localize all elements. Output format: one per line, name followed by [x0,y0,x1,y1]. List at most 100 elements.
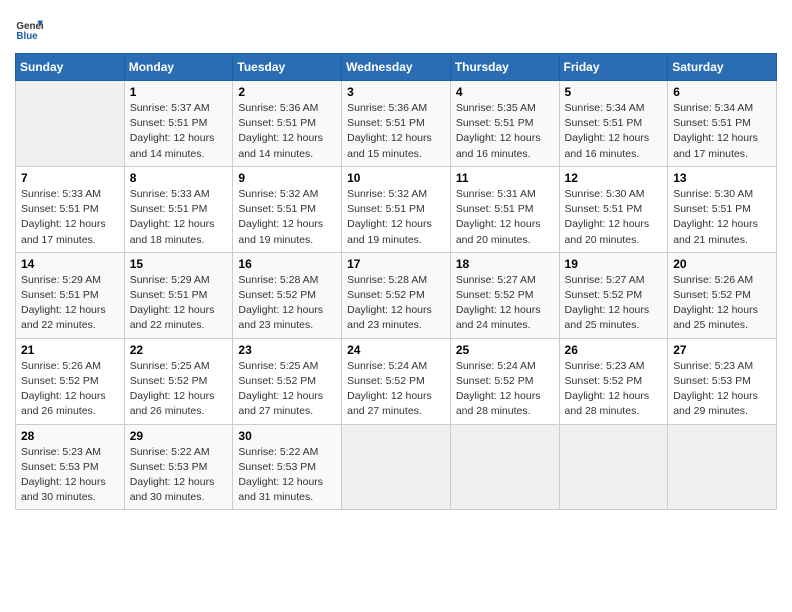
day-detail: Sunrise: 5:26 AM Sunset: 5:52 PM Dayligh… [673,273,771,334]
calendar-day-cell: 1 Sunrise: 5:37 AM Sunset: 5:51 PM Daylig… [124,81,233,167]
day-number: 19 [565,257,663,271]
day-detail: Sunrise: 5:27 AM Sunset: 5:52 PM Dayligh… [456,273,554,334]
day-detail: Sunrise: 5:23 AM Sunset: 5:52 PM Dayligh… [565,359,663,420]
day-number: 1 [130,85,228,99]
day-number: 4 [456,85,554,99]
calendar-day-cell: 21 Sunrise: 5:26 AM Sunset: 5:52 PM Dayli… [16,338,125,424]
calendar-day-cell: 12 Sunrise: 5:30 AM Sunset: 5:51 PM Dayli… [559,166,668,252]
calendar-week-row: 28 Sunrise: 5:23 AM Sunset: 5:53 PM Dayli… [16,424,777,510]
day-detail: Sunrise: 5:22 AM Sunset: 5:53 PM Dayligh… [238,445,336,506]
calendar-day-cell [668,424,777,510]
calendar-day-cell: 17 Sunrise: 5:28 AM Sunset: 5:52 PM Dayli… [342,252,451,338]
day-detail: Sunrise: 5:34 AM Sunset: 5:51 PM Dayligh… [565,101,663,162]
day-detail: Sunrise: 5:30 AM Sunset: 5:51 PM Dayligh… [673,187,771,248]
day-number: 28 [21,429,119,443]
weekday-header: Wednesday [342,54,451,81]
day-number: 29 [130,429,228,443]
day-number: 6 [673,85,771,99]
day-detail: Sunrise: 5:30 AM Sunset: 5:51 PM Dayligh… [565,187,663,248]
calendar-day-cell: 8Sunrise: 5:33 AM Sunset: 5:51 PM Daylig… [124,166,233,252]
calendar-day-cell: 3Sunrise: 5:36 AM Sunset: 5:51 PM Daylig… [342,81,451,167]
day-number: 17 [347,257,445,271]
day-number: 30 [238,429,336,443]
day-number: 22 [130,343,228,357]
day-number: 23 [238,343,336,357]
calendar-day-cell: 28 Sunrise: 5:23 AM Sunset: 5:53 PM Dayli… [16,424,125,510]
calendar-day-cell: 30 Sunrise: 5:22 AM Sunset: 5:53 PM Dayli… [233,424,342,510]
day-number: 10 [347,171,445,185]
day-number: 12 [565,171,663,185]
day-detail: Sunrise: 5:33 AM Sunset: 5:51 PM Dayligh… [21,187,119,248]
calendar-day-cell: 19 Sunrise: 5:27 AM Sunset: 5:52 PM Dayli… [559,252,668,338]
day-detail: Sunrise: 5:23 AM Sunset: 5:53 PM Dayligh… [673,359,771,420]
calendar-day-cell: 13Sunrise: 5:30 AM Sunset: 5:51 PM Dayli… [668,166,777,252]
calendar-day-cell: 6 Sunrise: 5:34 AM Sunset: 5:51 PM Daylig… [668,81,777,167]
weekday-header: Monday [124,54,233,81]
day-number: 11 [456,171,554,185]
page-header: General Blue [15,15,777,43]
day-number: 14 [21,257,119,271]
calendar-day-cell: 9Sunrise: 5:32 AM Sunset: 5:51 PM Daylig… [233,166,342,252]
day-detail: Sunrise: 5:24 AM Sunset: 5:52 PM Dayligh… [456,359,554,420]
svg-text:Blue: Blue [16,31,38,42]
weekday-header: Thursday [450,54,559,81]
weekday-header: Friday [559,54,668,81]
calendar-day-cell [559,424,668,510]
calendar-day-cell: 7 Sunrise: 5:33 AM Sunset: 5:51 PM Daylig… [16,166,125,252]
logo: General Blue [15,15,47,43]
calendar-day-cell: 29 Sunrise: 5:22 AM Sunset: 5:53 PM Dayli… [124,424,233,510]
day-number: 25 [456,343,554,357]
day-number: 21 [21,343,119,357]
calendar-day-cell [450,424,559,510]
calendar-body: 1 Sunrise: 5:37 AM Sunset: 5:51 PM Daylig… [16,81,777,510]
calendar-day-cell [342,424,451,510]
calendar-day-cell: 10Sunrise: 5:32 AM Sunset: 5:51 PM Dayli… [342,166,451,252]
day-detail: Sunrise: 5:27 AM Sunset: 5:52 PM Dayligh… [565,273,663,334]
day-detail: Sunrise: 5:32 AM Sunset: 5:51 PM Dayligh… [238,187,336,248]
day-number: 26 [565,343,663,357]
day-detail: Sunrise: 5:23 AM Sunset: 5:53 PM Dayligh… [21,445,119,506]
calendar-day-cell: 25 Sunrise: 5:24 AM Sunset: 5:52 PM Dayli… [450,338,559,424]
day-detail: Sunrise: 5:34 AM Sunset: 5:51 PM Dayligh… [673,101,771,162]
day-detail: Sunrise: 5:25 AM Sunset: 5:52 PM Dayligh… [238,359,336,420]
day-number: 7 [21,171,119,185]
day-number: 15 [130,257,228,271]
calendar-week-row: 1 Sunrise: 5:37 AM Sunset: 5:51 PM Daylig… [16,81,777,167]
day-number: 16 [238,257,336,271]
calendar-day-cell: 11 Sunrise: 5:31 AM Sunset: 5:51 PM Dayli… [450,166,559,252]
calendar-day-cell: 2Sunrise: 5:36 AM Sunset: 5:51 PM Daylig… [233,81,342,167]
day-detail: Sunrise: 5:24 AM Sunset: 5:52 PM Dayligh… [347,359,445,420]
day-detail: Sunrise: 5:33 AM Sunset: 5:51 PM Dayligh… [130,187,228,248]
calendar-day-cell: 15Sunrise: 5:29 AM Sunset: 5:51 PM Dayli… [124,252,233,338]
day-detail: Sunrise: 5:37 AM Sunset: 5:51 PM Dayligh… [130,101,228,162]
calendar-day-cell: 16 Sunrise: 5:28 AM Sunset: 5:52 PM Dayli… [233,252,342,338]
calendar-day-cell: 22 Sunrise: 5:25 AM Sunset: 5:52 PM Dayli… [124,338,233,424]
day-number: 20 [673,257,771,271]
calendar-day-cell: 14 Sunrise: 5:29 AM Sunset: 5:51 PM Dayli… [16,252,125,338]
weekday-header: Saturday [668,54,777,81]
day-detail: Sunrise: 5:26 AM Sunset: 5:52 PM Dayligh… [21,359,119,420]
calendar-day-cell: 24 Sunrise: 5:24 AM Sunset: 5:52 PM Dayli… [342,338,451,424]
calendar-day-cell: 23 Sunrise: 5:25 AM Sunset: 5:52 PM Dayli… [233,338,342,424]
calendar-day-cell: 20 Sunrise: 5:26 AM Sunset: 5:52 PM Dayli… [668,252,777,338]
day-detail: Sunrise: 5:31 AM Sunset: 5:51 PM Dayligh… [456,187,554,248]
calendar-table: SundayMondayTuesdayWednesdayThursdayFrid… [15,53,777,510]
logo-icon: General Blue [15,15,43,43]
day-number: 18 [456,257,554,271]
calendar-day-cell: 27Sunrise: 5:23 AM Sunset: 5:53 PM Dayli… [668,338,777,424]
calendar-day-cell: 26 Sunrise: 5:23 AM Sunset: 5:52 PM Dayli… [559,338,668,424]
day-detail: Sunrise: 5:22 AM Sunset: 5:53 PM Dayligh… [130,445,228,506]
day-detail: Sunrise: 5:28 AM Sunset: 5:52 PM Dayligh… [238,273,336,334]
day-detail: Sunrise: 5:25 AM Sunset: 5:52 PM Dayligh… [130,359,228,420]
day-detail: Sunrise: 5:29 AM Sunset: 5:51 PM Dayligh… [21,273,119,334]
day-number: 24 [347,343,445,357]
calendar-day-cell [16,81,125,167]
calendar-header-row: SundayMondayTuesdayWednesdayThursdayFrid… [16,54,777,81]
calendar-week-row: 7 Sunrise: 5:33 AM Sunset: 5:51 PM Daylig… [16,166,777,252]
calendar-day-cell: 4Sunrise: 5:35 AM Sunset: 5:51 PM Daylig… [450,81,559,167]
calendar-week-row: 21 Sunrise: 5:26 AM Sunset: 5:52 PM Dayli… [16,338,777,424]
weekday-header: Tuesday [233,54,342,81]
day-number: 5 [565,85,663,99]
day-detail: Sunrise: 5:28 AM Sunset: 5:52 PM Dayligh… [347,273,445,334]
day-detail: Sunrise: 5:36 AM Sunset: 5:51 PM Dayligh… [347,101,445,162]
